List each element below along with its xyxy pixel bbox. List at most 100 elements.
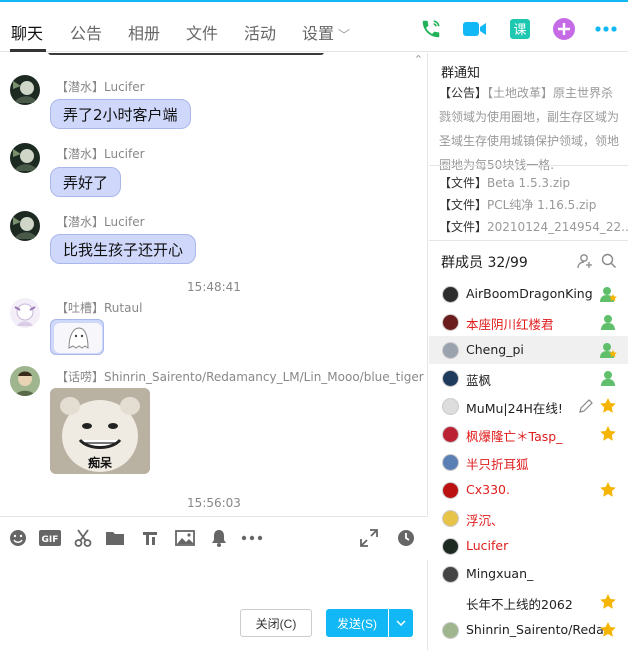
- member-row[interactable]: Cheng_pi: [429, 336, 628, 364]
- member-avatar[interactable]: [442, 370, 459, 387]
- file-item[interactable]: 【文件】Beta 1.5.3.zip: [429, 172, 628, 194]
- send-options-chevron-icon[interactable]: [389, 609, 413, 637]
- message-bubble[interactable]: 弄好了: [50, 167, 122, 197]
- member-row[interactable]: Mingxuan_: [429, 560, 628, 588]
- file-item[interactable]: 【文件】PCL纯净 1.16.5.zip: [429, 194, 628, 216]
- file-name: Beta 1.5.3.zip: [487, 176, 571, 190]
- image-icon[interactable]: [175, 528, 195, 548]
- avatar[interactable]: [10, 211, 40, 241]
- tab-album[interactable]: 相册: [128, 20, 160, 44]
- more-icon[interactable]: [593, 16, 619, 42]
- member-name: MuMu|24H在线!: [466, 401, 563, 416]
- members-title-label: 群成员: [441, 255, 483, 271]
- class-icon-label: 课: [513, 23, 526, 38]
- message-sender: 【潜水】Lucifer: [56, 80, 145, 94]
- avatar[interactable]: [10, 366, 40, 396]
- member-name: Lucifer: [466, 538, 509, 553]
- chat-message-area[interactable]: ⌃ 【潜水】Lucifer 弄了2小时客户端 【潜水】Lucifer 弄好了 【…: [0, 53, 428, 515]
- message-sender: 【潜水】Lucifer: [56, 147, 145, 161]
- avatar[interactable]: [10, 298, 40, 328]
- member-avatar[interactable]: [442, 538, 459, 555]
- gif-icon-label: GIF: [42, 535, 59, 545]
- expand-icon[interactable]: [359, 528, 379, 548]
- bell-icon[interactable]: [209, 528, 229, 548]
- member-avatar[interactable]: [442, 482, 459, 499]
- video-icon[interactable]: [462, 16, 488, 42]
- search-icon[interactable]: [601, 253, 617, 269]
- message-timestamp: 15:56:03: [187, 496, 241, 510]
- tab-chat[interactable]: 聊天: [11, 20, 43, 44]
- add-member-icon[interactable]: [577, 253, 593, 269]
- member-row[interactable]: MuMu|24H在线!: [429, 392, 628, 420]
- tab-bar: 聊天 公告 相册 文件 活动 设置 ﹀ 课: [0, 2, 628, 52]
- message-sender: 【话唠】Shinrin_Sairento/Redamancy_LM/Lin_Mo…: [56, 370, 424, 384]
- avatar[interactable]: [10, 75, 40, 105]
- tab-activity[interactable]: 活动: [244, 20, 276, 44]
- tab-files[interactable]: 文件: [186, 20, 218, 44]
- tab-announcement[interactable]: 公告: [70, 20, 102, 44]
- member-name: 本座阴川红楼君: [466, 317, 554, 332]
- member-row[interactable]: 浮沉、: [429, 504, 628, 532]
- music-icon[interactable]: [140, 528, 160, 548]
- send-button[interactable]: 发送(S): [326, 609, 388, 637]
- member-avatar[interactable]: [442, 566, 459, 583]
- admin-icon: [599, 313, 617, 331]
- member-avatar[interactable]: [442, 454, 459, 471]
- tab-settings[interactable]: 设置 ﹀: [302, 20, 350, 44]
- member-row[interactable]: 蓝枫: [429, 364, 628, 392]
- message-bubble[interactable]: 比我生孩子还开心: [50, 234, 197, 264]
- bear-meme-sticker[interactable]: 痴呆: [50, 388, 150, 474]
- star-icon: [599, 593, 617, 611]
- member-row[interactable]: 长年不上线的2062: [429, 588, 628, 616]
- members-header: 群成员 32/99: [429, 240, 628, 280]
- phone-icon[interactable]: [418, 16, 444, 42]
- message-sender: 【吐槽】Rutaul: [56, 301, 143, 315]
- member-name: 半只折耳狐: [466, 457, 529, 472]
- admin-star-icon: [599, 341, 617, 359]
- member-avatar[interactable]: [442, 398, 459, 415]
- message-bubble[interactable]: 弄了2小时客户端: [50, 99, 191, 129]
- member-row[interactable]: Cx330.: [429, 476, 628, 504]
- member-name: 长年不上线的2062: [466, 597, 573, 612]
- star-icon: [599, 481, 617, 499]
- member-row[interactable]: Shinrin_Sairento/Reda: [429, 616, 628, 644]
- emoji-icon[interactable]: [8, 528, 28, 548]
- member-name: 蓝枫: [466, 373, 492, 388]
- gif-icon[interactable]: GIF: [39, 528, 61, 548]
- member-row[interactable]: Lucifer: [429, 532, 628, 560]
- sticker-caption: 痴呆: [87, 456, 112, 470]
- previous-message-fragment: [48, 53, 324, 55]
- star-icon: [599, 621, 617, 639]
- edit-icon[interactable]: [578, 398, 594, 414]
- group-notice-body[interactable]: 【公告】【土地改革】原主世界杀戮领域为使用圈地，副生存区域为圣域生存使用城镇保护…: [439, 81, 623, 177]
- member-avatar[interactable]: [442, 286, 459, 303]
- class-icon[interactable]: 课: [507, 16, 533, 42]
- close-button[interactable]: 关闭(C): [240, 609, 312, 637]
- member-avatar[interactable]: [442, 342, 459, 359]
- member-row[interactable]: 半只折耳狐: [429, 448, 628, 476]
- file-tag: 【文件】: [439, 220, 488, 234]
- member-row[interactable]: 本座阴川红楼君: [429, 308, 628, 336]
- member-name: Cx330.: [466, 482, 510, 497]
- add-app-icon[interactable]: [551, 16, 577, 42]
- scroll-up-icon[interactable]: ⌃: [414, 53, 423, 66]
- more-dots-icon[interactable]: [240, 528, 264, 548]
- file-item[interactable]: 【文件】20210124_214954_22...: [429, 216, 628, 238]
- member-avatar[interactable]: [442, 622, 459, 639]
- member-avatar[interactable]: [442, 510, 459, 527]
- group-files-list: 【文件】Beta 1.5.3.zip 【文件】PCL纯净 1.16.5.zip …: [429, 165, 628, 238]
- member-row[interactable]: 枫爆隆亡＊Tasp_: [429, 420, 628, 448]
- notice-tag: 【公告】: [439, 86, 488, 100]
- member-row[interactable]: AirBoomDragonKing: [429, 280, 628, 308]
- member-name: AirBoomDragonKing: [466, 286, 593, 301]
- ghost-sticker[interactable]: [50, 319, 104, 355]
- message-sender: 【潜水】Lucifer: [56, 215, 145, 229]
- avatar[interactable]: [10, 143, 40, 173]
- star-icon: [599, 397, 617, 415]
- folder-icon[interactable]: [105, 528, 125, 548]
- member-avatar[interactable]: [442, 314, 459, 331]
- scissors-icon[interactable]: [73, 528, 93, 548]
- history-icon[interactable]: [396, 528, 416, 548]
- member-avatar[interactable]: [442, 426, 459, 443]
- member-name: Mingxuan_: [466, 566, 534, 581]
